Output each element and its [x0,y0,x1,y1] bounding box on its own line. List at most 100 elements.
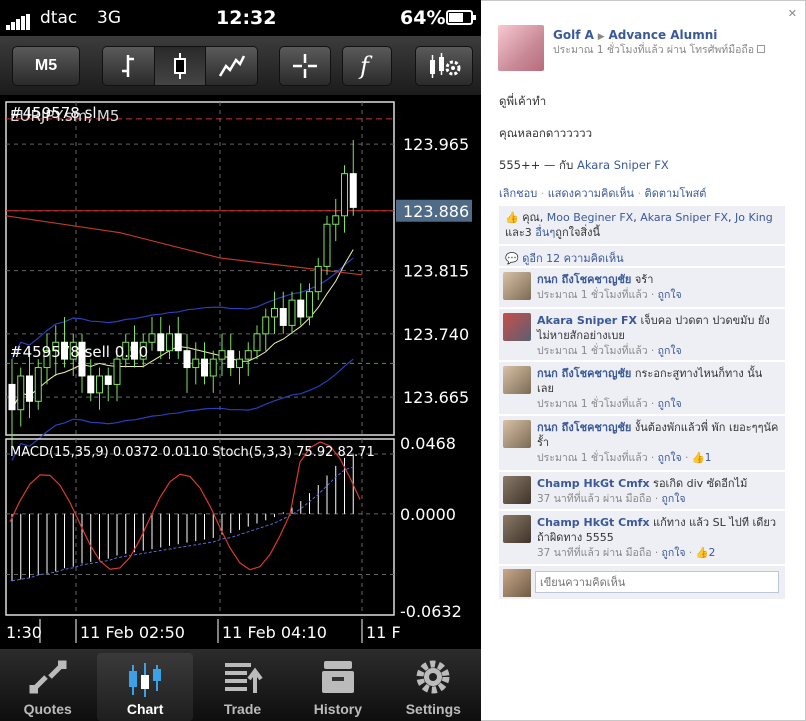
tab-chart[interactable]: Chart [97,653,193,721]
comment-time[interactable]: ประมาณ 1 ชั่วโมงที่แล้ว [537,398,648,410]
commenter-name[interactable]: กนก ถึงโชคชาญชัย [537,273,631,286]
post-actions: เลิกชอบ · แสดงความคิดเห็น · ติดตามโพสต์ [499,187,707,200]
chart-toolbar: M5 f [0,36,481,96]
group-link[interactable]: Advance Alumni [608,28,717,42]
author-avatar[interactable] [498,25,544,71]
tab-trade[interactable]: Trade [195,649,290,721]
carrier-name: dtac [40,8,78,28]
comment-time[interactable]: 37 นาทีที่แล้ว ผ่าน มือถือ [537,547,652,559]
order-label-sell: #459578 sell 0.50 [10,343,148,361]
time-tick: 11 Feb 04:10 [222,623,327,642]
tab-label: History [313,701,363,717]
comment-item: Akara Sniper FX เจ็บคอ ปวดตา ปวดขมับ ยัง… [499,308,785,360]
macd-histogram [11,454,354,582]
liker-link[interactable]: Moo Beginer FX [547,211,633,224]
tab-label: Trade [223,701,262,717]
thumbs-up-icon: 👍 [505,211,519,224]
commenter-avatar[interactable] [503,272,531,300]
timeframe-button[interactable]: M5 [12,46,80,86]
comment-text: รอเกิด div ซัดอีกไม้ [653,477,748,490]
chart-icon [129,663,162,697]
post-line-2: คุณหลอกดาววววว [499,126,593,140]
candle-body [26,375,33,402]
commenter-avatar[interactable] [503,515,531,543]
comment-time[interactable]: ประมาณ 1 ชั่วโมงที่แล้ว [537,452,648,464]
network-type: 3G [97,8,121,28]
tab-quotes[interactable]: Quotes [0,649,95,721]
like-count[interactable]: 👍1 [692,452,712,464]
post-time[interactable]: ประมาณ 1 ชั่วโมงที่แล้ว ผ่าน โทรศัพท์มือ… [553,44,754,56]
tab-settings[interactable]: Settings [386,649,481,721]
candle-body [349,173,357,208]
candle-body [297,299,305,318]
like-count[interactable]: 👍2 [696,547,716,559]
commenter-name[interactable]: Akara Sniper FX [537,314,637,327]
comment-item: กนก ถึงโชคชาญชัย กระอกะสูทางไหนก็ทาง นั้… [499,361,785,414]
signal-icon [6,10,31,30]
crosshair-button[interactable] [279,46,331,86]
comment-like-link[interactable]: ถูกใจ [658,452,682,464]
comment-like-link[interactable]: ถูกใจ [662,547,686,559]
tab-history[interactable]: History [290,649,385,721]
candle-chart-button[interactable] [154,47,207,85]
commenter-avatar[interactable] [503,366,531,394]
comment-like-link[interactable]: ถูกใจ [658,289,682,301]
comment-time[interactable]: ประมาณ 1 ชั่วโมงที่แล้ว [537,345,648,357]
candle-body [227,350,235,369]
price-chart[interactable]: 123.965 123.886 123.815 123.740 123.665 #459… [0,97,481,649]
comment-like-link[interactable]: ถูกใจ [658,398,682,410]
stoch-main-line [9,441,361,571]
battery-icon [446,10,476,25]
indicator-tick: 0.0000 [400,505,456,524]
tab-label: Settings [405,701,461,717]
candle-body [8,383,16,411]
price-tick: 123.815 [403,262,469,281]
close-icon[interactable]: ✕ [788,7,797,20]
commenter-avatar[interactable] [503,420,531,448]
slow-ma [5,215,363,276]
comment-time[interactable]: 37 นาทีที่แล้ว ผ่าน มือถือ [537,493,652,505]
indicator-axis: 0.0468 0.0000 -0.0632 [400,434,462,621]
comment-like-link[interactable]: ถูกใจ [658,345,682,357]
chart-type-segment [102,46,258,86]
bar-chart-button[interactable] [103,47,155,85]
bollinger-bands [5,215,363,461]
candle-body [148,333,156,343]
tagged-link[interactable]: Akara Sniper FX [577,158,669,172]
candle-body [218,350,226,360]
unlike-link[interactable]: เลิกชอบ [499,187,537,200]
chart-settings-button[interactable] [415,46,473,86]
candle-body [253,333,261,352]
price-tick: 123.965 [403,135,469,154]
comment-bubble-icon: 💬 [505,252,519,265]
liker-link[interactable]: Akara Sniper FX [640,211,728,224]
candle-body [201,358,208,377]
commenter-name[interactable]: Champ HkGt Cmfx [537,516,650,529]
status-bar: dtac 3G 12:32 64% [0,0,481,36]
view-more-comments[interactable]: 💬 ดูอีก 12 ความคิดเห็น [499,246,785,266]
comment-link[interactable]: แสดงความคิดเห็น [548,187,634,200]
indicators-button[interactable]: f [342,46,392,86]
candle-body [209,358,217,377]
follow-link[interactable]: ติดตามโพสต์ [645,187,707,200]
time-axis: 1:30 11 Feb 02:50 11 Feb 04:10 11 F [6,619,401,643]
commenter-avatar[interactable] [503,313,531,341]
candle-body [34,367,42,402]
svg-text:f: f [358,52,373,80]
liker-link[interactable]: Jo King [735,211,773,224]
likes-others-link[interactable]: อื่นๆ [535,226,555,239]
commenter-avatar[interactable] [503,476,531,504]
commenter-name[interactable]: Champ HkGt Cmfx [537,477,650,490]
author-link[interactable]: Golf A [553,28,594,42]
candle-body [279,308,287,326]
comment-time[interactable]: ประมาณ 1 ชั่วโมงที่แล้ว [537,289,648,301]
comment-like-link[interactable]: ถูกใจ [662,493,686,505]
commenter-name[interactable]: กนก ถึงโชคชาญชัย [537,367,631,380]
line-chart-button[interactable] [206,47,257,85]
macd-signal-line [11,466,354,582]
candle-body [244,350,252,360]
commenter-name[interactable]: กนก ถึงโชคชาญชัย [537,421,631,434]
comment-input[interactable] [535,571,779,593]
bar-chart-icon [122,55,135,77]
price-tick: 123.665 [403,388,469,407]
